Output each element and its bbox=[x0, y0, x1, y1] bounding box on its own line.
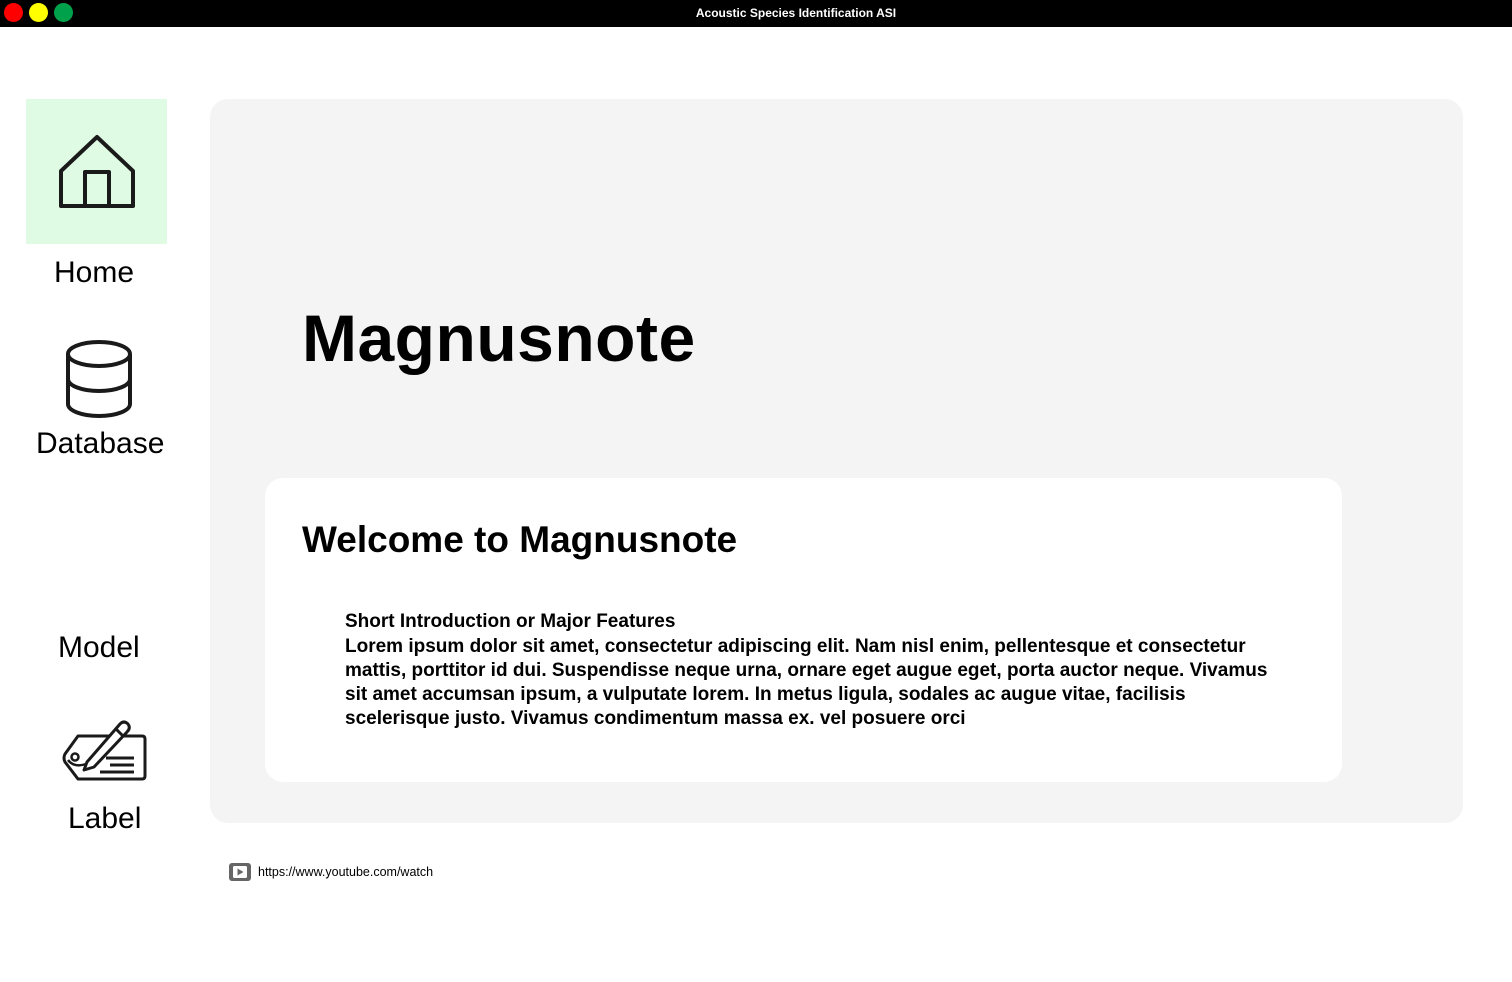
database-icon bbox=[66, 340, 132, 418]
video-link-url[interactable]: https://www.youtube.com/watch bbox=[258, 865, 433, 879]
title-bar: Acoustic Species Identification ASI bbox=[0, 0, 1512, 27]
sidebar-item-label-label[interactable]: Label bbox=[68, 802, 141, 836]
sidebar-item-database-label[interactable]: Database bbox=[36, 427, 164, 461]
window-title: Acoustic Species Identification ASI bbox=[695, 6, 897, 20]
video-play-icon bbox=[229, 863, 251, 881]
sidebar-item-model[interactable]: Model bbox=[58, 631, 140, 665]
welcome-heading: Welcome to Magnusnote bbox=[302, 519, 738, 560]
window-close-button[interactable] bbox=[4, 3, 23, 22]
sidebar-item-database[interactable] bbox=[62, 336, 136, 422]
intro-body: Lorem ipsum dolor sit amet, consectetur … bbox=[345, 636, 1268, 729]
intro-subheading: Short Introduction or Major Features bbox=[345, 611, 676, 632]
sidebar-item-home-label[interactable]: Home bbox=[54, 256, 134, 290]
home-icon bbox=[59, 135, 135, 208]
label-tag-icon bbox=[62, 720, 147, 781]
page-title: Magnusnote bbox=[302, 301, 696, 375]
sidebar-item-home[interactable] bbox=[26, 99, 167, 244]
sidebar-item-label[interactable] bbox=[60, 714, 148, 784]
video-link[interactable]: https://www.youtube.com/watch bbox=[228, 861, 433, 883]
